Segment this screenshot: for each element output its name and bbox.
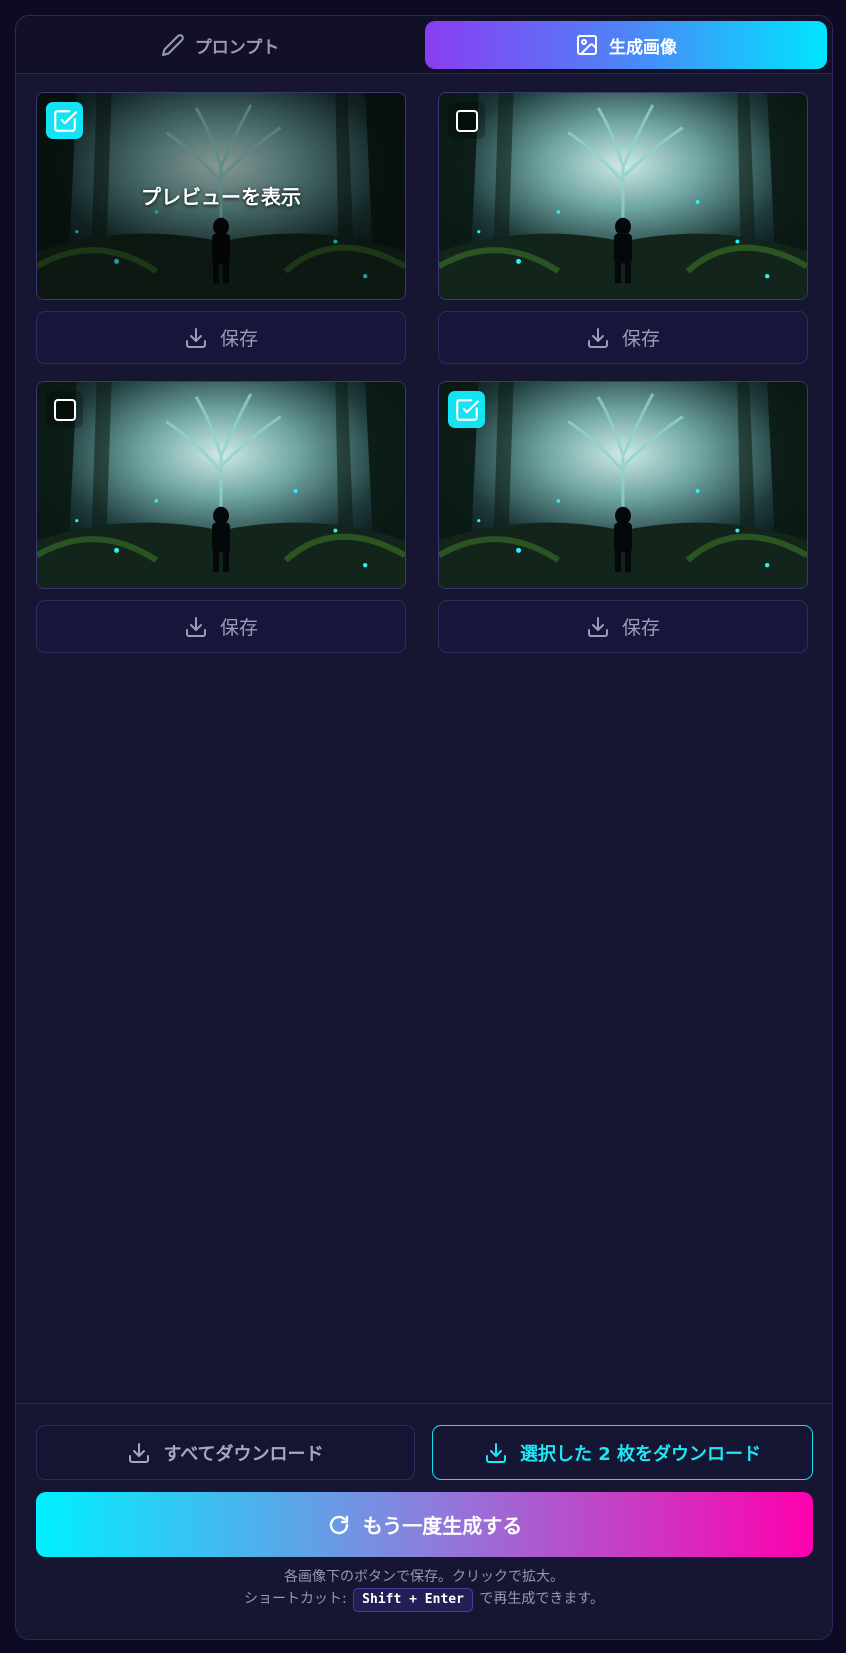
save-button[interactable]: 保存 [36, 311, 406, 364]
select-checkbox[interactable] [448, 391, 485, 428]
download-icon [587, 616, 608, 637]
preview-overlay-label: プレビューを表示 [141, 185, 301, 209]
hint-line-2: ショートカット: Shift + Enter で再生成できます。 [16, 1588, 832, 1612]
image-card-1: プレビューを表示 保存 [36, 92, 406, 364]
download-icon [587, 327, 608, 348]
save-button[interactable]: 保存 [36, 600, 406, 653]
download-icon [129, 1442, 150, 1463]
shortcut-suffix: で再生成できます。 [479, 1591, 604, 1607]
forest-image [439, 382, 807, 588]
generation-panel: プロンプト 生成画像 プレビューを表示 保存 保存 保存 保存 すべてダウンロー… [15, 15, 833, 1640]
download-icon [485, 1442, 506, 1463]
image-card-2: 保存 [438, 92, 808, 364]
shortcut-prefix: ショートカット: [244, 1591, 347, 1607]
image-icon [577, 35, 597, 55]
tab-bar: プロンプト 生成画像 [16, 16, 832, 74]
checkbox-empty-icon [53, 398, 76, 421]
select-checkbox[interactable] [46, 102, 83, 139]
save-label: 保存 [621, 617, 660, 639]
pencil-icon [161, 34, 184, 56]
save-label: 保存 [621, 328, 660, 350]
download-all-button[interactable]: すべてダウンロード [36, 1425, 415, 1480]
image-card-3: 保存 [36, 381, 406, 653]
save-button[interactable]: 保存 [438, 311, 808, 364]
regenerate-label: もう一度生成する [362, 1514, 523, 1538]
checkbox-checked-icon [455, 398, 479, 421]
download-selected-button[interactable]: 選択した 2 枚をダウンロード [432, 1425, 813, 1480]
image-thumbnail[interactable] [36, 381, 406, 589]
save-label: 保存 [219, 617, 258, 639]
forest-image [37, 382, 405, 588]
save-button[interactable]: 保存 [438, 600, 808, 653]
checkbox-checked-icon [53, 109, 77, 132]
hint-line-1: 各画像下のボタンで保存。クリックで拡大。 [284, 1569, 564, 1585]
checkbox-empty-icon [455, 109, 478, 132]
hint-text: 各画像下のボタンで保存。クリックで拡大。 ショートカット: Shift + En… [16, 1567, 832, 1612]
tab-images-label: 生成画像 [609, 37, 677, 58]
refresh-icon [329, 1515, 348, 1534]
select-checkbox[interactable] [46, 391, 83, 428]
image-thumbnail[interactable] [438, 381, 808, 589]
tab-prompt[interactable]: プロンプト [22, 21, 418, 69]
download-all-label: すべてダウンロード [163, 1443, 324, 1465]
select-checkbox[interactable] [448, 102, 485, 139]
action-footer: すべてダウンロード 選択した 2 枚をダウンロード もう一度生成する 各画像下の… [16, 1403, 832, 1639]
image-card-4: 保存 [438, 381, 808, 653]
download-icon [185, 616, 206, 637]
tab-generated-images[interactable]: 生成画像 [425, 21, 827, 69]
download-icon [185, 327, 206, 348]
download-selected-label: 選択した 2 枚をダウンロード [519, 1443, 762, 1465]
regenerate-button[interactable]: もう一度生成する [36, 1492, 813, 1557]
tab-prompt-label: プロンプト [194, 37, 280, 58]
save-label: 保存 [219, 328, 258, 350]
forest-image [439, 93, 807, 299]
shortcut-key: Shift + Enter [353, 1588, 473, 1612]
image-thumbnail[interactable]: プレビューを表示 [36, 92, 406, 300]
image-thumbnail[interactable] [438, 92, 808, 300]
